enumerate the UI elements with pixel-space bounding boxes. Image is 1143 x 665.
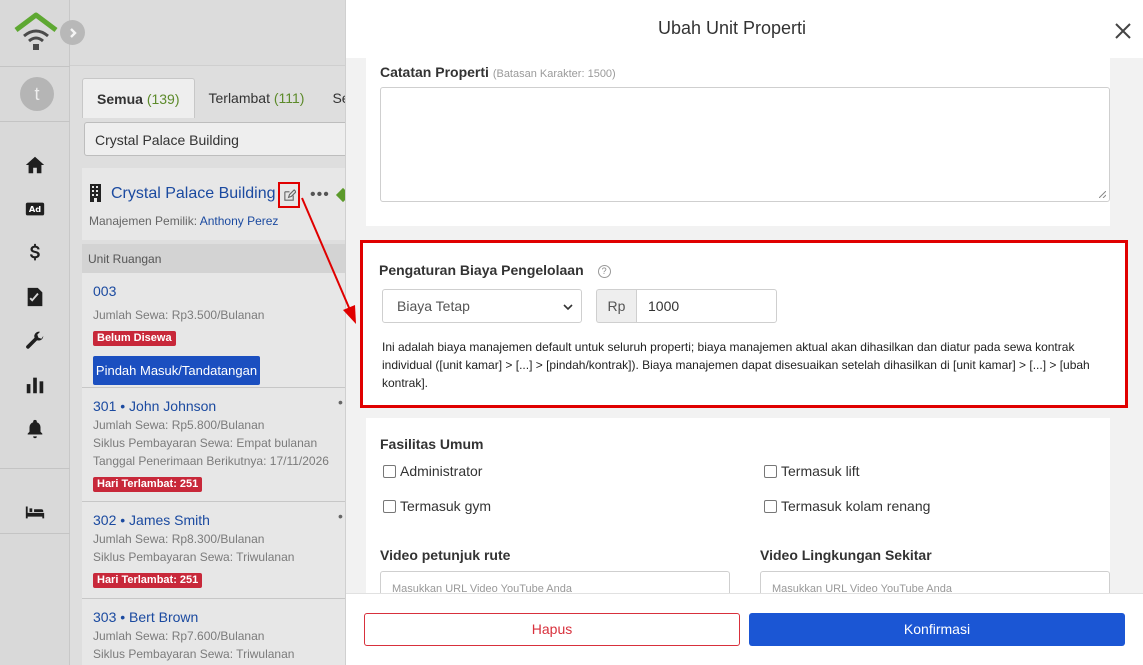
late-badge: Hari Terlambat: 251 xyxy=(93,573,203,588)
owner-info: Manajemen Pemilik: Anthony Perez xyxy=(89,214,278,228)
fee-amount-input[interactable]: 1000 xyxy=(636,289,777,323)
management-fee-section: Pengaturan Biaya Pengelolaan? Biaya Teta… xyxy=(360,240,1128,408)
help-icon[interactable]: ? xyxy=(597,265,611,278)
sidebar: t Ad xyxy=(0,0,70,665)
unit-name[interactable]: 303 • Bert Brown xyxy=(93,609,198,625)
checkbox-pool[interactable]: Termasuk kolam renang xyxy=(764,498,930,514)
unit-menu-icon[interactable]: • xyxy=(338,508,343,524)
checkbox-label: Administrator xyxy=(400,463,483,479)
unit-card[interactable]: 301 • John Johnson • Jumlah Sewa: Rp5.80… xyxy=(82,388,350,502)
ad-icon-label: Ad xyxy=(29,204,41,214)
unit-name[interactable]: 302 • James Smith xyxy=(93,512,210,528)
notes-title: Catatan Properti xyxy=(380,64,489,80)
status-tabs: Semua (139) Terlambat (111) Se xyxy=(82,78,364,118)
notes-textarea[interactable] xyxy=(380,87,1110,202)
collapse-sidebar-button[interactable] xyxy=(60,20,85,45)
chevron-down-icon xyxy=(563,304,573,311)
modal-header: Ubah Unit Properti xyxy=(346,0,1143,58)
checkbox-label: Termasuk kolam renang xyxy=(781,498,931,514)
divider xyxy=(0,121,70,122)
divider xyxy=(0,66,70,67)
unit-list-panel: Semua (139) Terlambat (111) Se Crystal P… xyxy=(70,66,354,665)
checkbox-icon[interactable] xyxy=(764,499,777,513)
wrench-icon[interactable] xyxy=(23,329,47,353)
unit-next-date: Tanggal Penerimaan Berikutnya: 17/11/202… xyxy=(93,454,329,468)
checkbox-icon[interactable] xyxy=(383,499,396,513)
checkbox-lift[interactable]: Termasuk lift xyxy=(764,463,860,479)
checkbox-icon[interactable] xyxy=(383,464,396,478)
currency-addon: Rp xyxy=(596,289,636,323)
status-badge: Belum Disewa xyxy=(93,331,176,346)
unit-rent: Jumlah Sewa: Rp5.800/Bulanan xyxy=(93,418,265,432)
chevron-right-icon xyxy=(69,27,77,38)
fee-title: Pengaturan Biaya Pengelolaan? xyxy=(379,262,611,278)
divider xyxy=(0,468,70,469)
checkbox-administrator[interactable]: Administrator xyxy=(383,463,482,479)
building-icon xyxy=(90,184,101,202)
facilities-title: Fasilitas Umum xyxy=(380,436,484,452)
unit-cycle: Siklus Pembayaran Sewa: Triwulanan xyxy=(93,647,295,661)
unit-cycle: Siklus Pembayaran Sewa: Empat bulanan xyxy=(93,436,318,450)
bell-icon[interactable] xyxy=(23,417,47,441)
checkbox-gym[interactable]: Termasuk gym xyxy=(383,498,491,514)
fee-type-value: Biaya Tetap xyxy=(397,298,470,314)
owner-name[interactable]: Anthony Perez xyxy=(200,214,279,228)
checkbox-label: Termasuk lift xyxy=(781,463,860,479)
unit-rent: Jumlah Sewa: Rp7.600/Bulanan xyxy=(93,629,265,643)
notes-limit: (Batasan Karakter: 1500) xyxy=(492,68,616,80)
fee-title-text: Pengaturan Biaya Pengelolaan xyxy=(379,262,584,278)
video-route-input[interactable]: Masukkan URL Video YouTube Anda xyxy=(380,571,730,593)
unit-menu-icon[interactable]: • xyxy=(338,394,343,410)
notes-label: Catatan Properti (Batasan Karakter: 1500… xyxy=(380,64,616,80)
unit-rent: Jumlah Sewa: Rp8.300/Bulanan xyxy=(93,532,265,546)
modal-title: Ubah Unit Properti xyxy=(657,18,807,38)
unit-name[interactable]: 301 • John Johnson xyxy=(93,398,216,414)
move-in-button[interactable]: Pindah Masuk/Tandatangan xyxy=(93,356,260,385)
video-env-input[interactable]: Masukkan URL Video YouTube Anda xyxy=(760,571,1110,593)
bed-icon[interactable] xyxy=(23,500,47,524)
avatar[interactable]: t xyxy=(20,77,54,111)
building-search-input[interactable]: Crystal Palace Building xyxy=(84,122,354,156)
home-icon[interactable] xyxy=(23,153,47,177)
tab-all[interactable]: Semua (139) xyxy=(82,78,195,118)
unit-name[interactable]: 003 xyxy=(93,283,116,299)
modal-footer: Hapus Konfirmasi xyxy=(346,593,1143,665)
contract-icon[interactable] xyxy=(23,285,47,309)
unit-cycle: Siklus Pembayaran Sewa: Triwulanan xyxy=(93,550,295,564)
close-button[interactable] xyxy=(1114,22,1132,40)
checkbox-icon[interactable] xyxy=(764,464,777,478)
owner-label: Manajemen Pemilik: xyxy=(89,214,198,228)
notes-section: Catatan Properti (Batasan Karakter: 1500… xyxy=(366,58,1110,226)
unit-card[interactable]: 302 • James Smith • Jumlah Sewa: Rp8.300… xyxy=(82,502,350,599)
tab-label: Terlambat xyxy=(208,90,270,106)
bar-chart-icon[interactable] xyxy=(23,373,47,397)
top-bar xyxy=(70,0,350,66)
video-env-label: Video Lingkungan Sekitar xyxy=(760,547,932,563)
ad-icon[interactable]: Ad xyxy=(23,197,47,221)
annotation-arrow-icon xyxy=(301,197,356,324)
fee-type-select[interactable]: Biaya Tetap xyxy=(382,289,582,323)
dollar-icon[interactable] xyxy=(23,241,47,265)
fee-description: Ini adalah biaya manajemen default untuk… xyxy=(382,340,1090,390)
confirm-button[interactable]: Konfirmasi xyxy=(749,613,1125,646)
late-badge: Hari Terlambat: 251 xyxy=(93,477,203,492)
divider xyxy=(0,533,70,534)
tab-late[interactable]: Terlambat (111) xyxy=(195,78,319,118)
logo-icon[interactable] xyxy=(14,12,58,52)
tab-count: (139) xyxy=(146,91,180,107)
resize-grip-icon[interactable] xyxy=(1099,191,1106,198)
facilities-section: Fasilitas Umum Administrator Termasuk li… xyxy=(366,418,1110,593)
delete-button[interactable]: Hapus xyxy=(364,613,740,646)
checkbox-label: Termasuk gym xyxy=(400,498,492,514)
unit-rent: Jumlah Sewa: Rp3.500/Bulanan xyxy=(93,308,265,322)
tab-label: Semua xyxy=(97,91,143,107)
close-icon xyxy=(1115,23,1131,39)
tab-count: (111) xyxy=(273,90,305,106)
edit-property-modal: Ubah Unit Properti Catatan Properti (Bat… xyxy=(345,0,1143,665)
video-route-label: Video petunjuk rute xyxy=(380,547,511,563)
unit-card[interactable]: 303 • Bert Brown Jumlah Sewa: Rp7.600/Bu… xyxy=(82,599,350,665)
building-name[interactable]: Crystal Palace Building xyxy=(111,185,276,203)
